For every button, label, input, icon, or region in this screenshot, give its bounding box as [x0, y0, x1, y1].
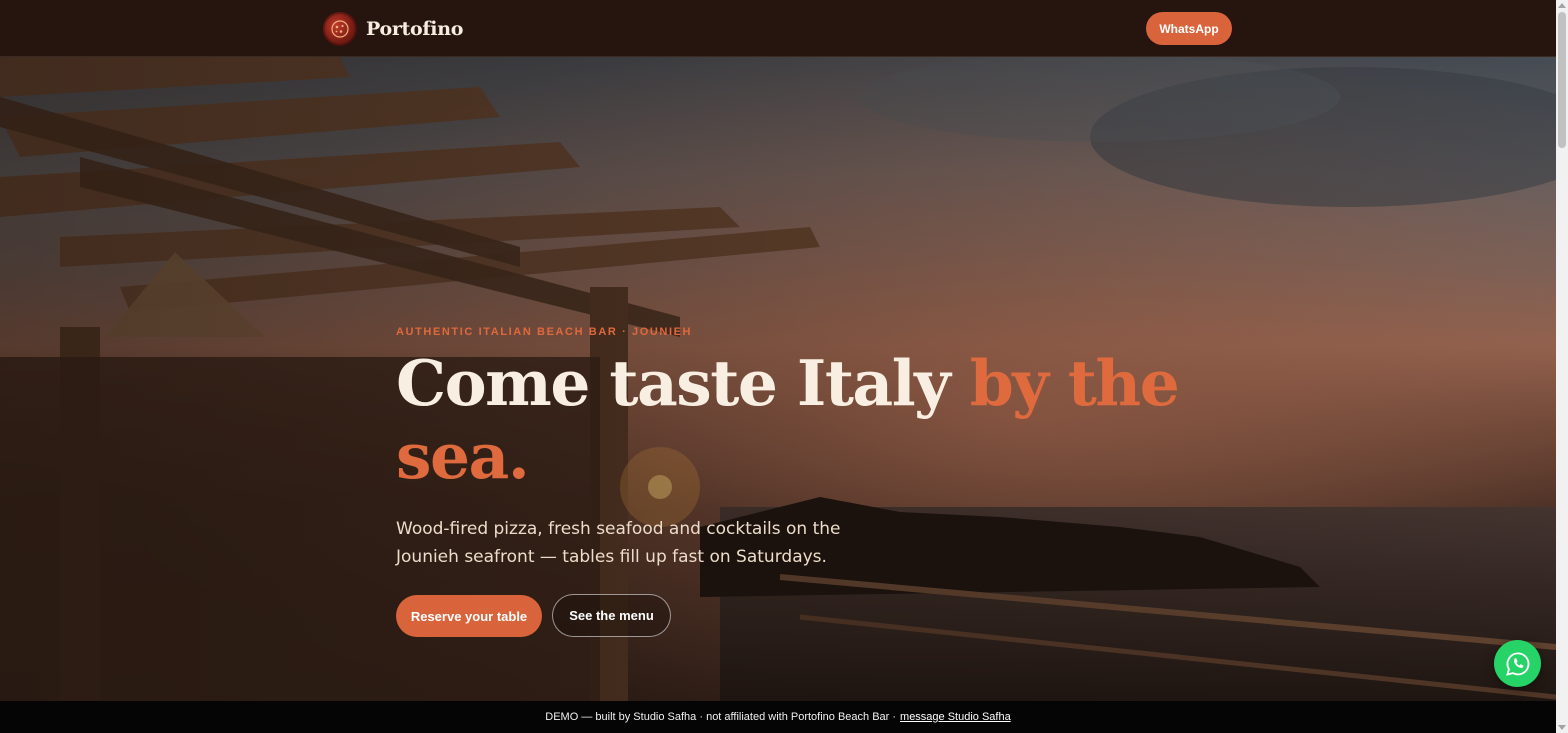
scroll-down-arrow-icon[interactable]: [1558, 725, 1566, 730]
whatsapp-floating-button[interactable]: [1494, 640, 1541, 687]
demo-notice-text: DEMO — built by Studio Safha · not affil…: [545, 711, 897, 723]
whatsapp-nav-button[interactable]: WhatsApp: [1146, 12, 1232, 45]
page-scrollbar[interactable]: [1556, 0, 1568, 733]
hero-headline: Come taste Italy by the sea.: [396, 347, 1216, 493]
see-menu-button[interactable]: See the menu: [552, 594, 671, 637]
reserve-table-button[interactable]: Reserve your table: [396, 595, 542, 637]
top-navbar: Portofino WhatsApp: [0, 0, 1556, 57]
hero-subtext: Wood-fired pizza, fresh seafood and cock…: [396, 519, 841, 567]
whatsapp-icon: [1505, 651, 1529, 676]
hero-section: AUTHENTIC ITALIAN BEACH BAR · JOUNIEH Co…: [0, 57, 1556, 701]
headline-main: Come taste Italy: [396, 346, 970, 420]
pizza-logo-icon: [323, 12, 357, 46]
scroll-thumb[interactable]: [1558, 12, 1566, 148]
brand-name: Portofino: [366, 18, 464, 40]
hero-eyebrow: AUTHENTIC ITALIAN BEACH BAR · JOUNIEH: [396, 326, 693, 338]
scroll-up-arrow-icon[interactable]: [1558, 3, 1566, 8]
demo-notice-bar: DEMO — built by Studio Safha · not affil…: [0, 701, 1556, 733]
message-studio-link[interactable]: message Studio Safha: [900, 711, 1011, 723]
brand[interactable]: Portofino: [323, 12, 463, 46]
